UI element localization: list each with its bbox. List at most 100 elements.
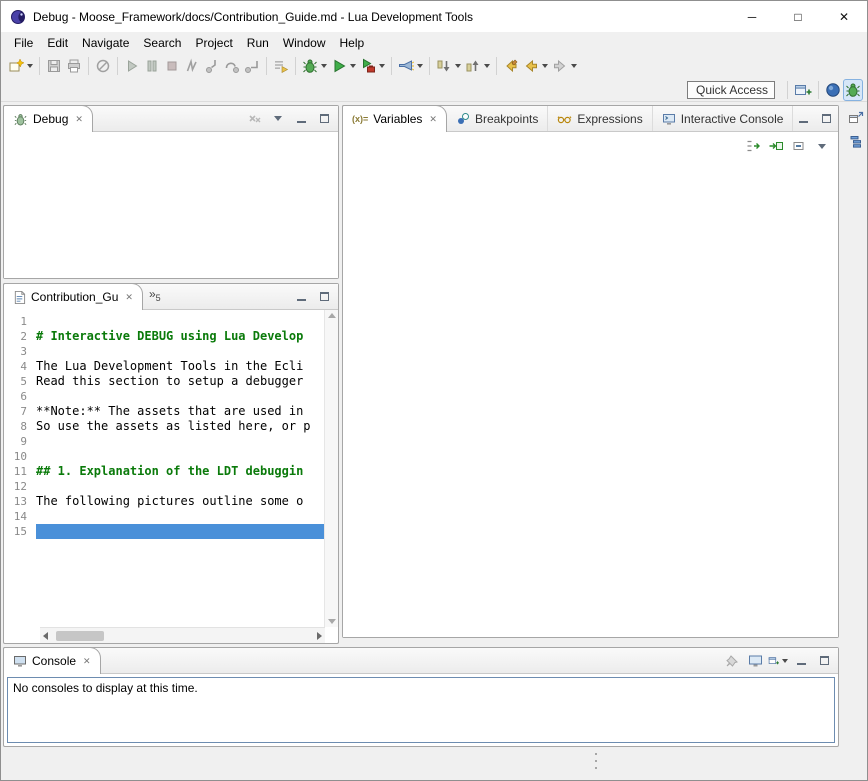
editor-tab-overflow-button[interactable]: » 5 (143, 284, 167, 309)
step-return-button[interactable] (242, 55, 262, 77)
terminate-button[interactable] (162, 55, 182, 77)
scroll-right-icon[interactable] (317, 632, 322, 640)
line-number: 1 (4, 314, 36, 329)
back-button[interactable] (521, 55, 550, 77)
line-text (36, 389, 324, 404)
watch-expression-button[interactable] (766, 136, 786, 156)
console-minimize-button[interactable] (791, 651, 811, 671)
display-selected-console-button[interactable] (745, 651, 765, 671)
trim-drag-handle-icon[interactable] (595, 753, 598, 769)
tab-contribution-guide-close-icon[interactable]: ✕ (123, 292, 133, 303)
menu-help[interactable]: Help (333, 34, 372, 52)
line-text: # Interactive DEBUG using Lua Develop (36, 329, 324, 344)
toolbar-separator (39, 57, 40, 75)
outline-view-button[interactable] (846, 132, 866, 152)
print-button[interactable] (64, 55, 84, 77)
menu-file[interactable]: File (7, 34, 40, 52)
tab-interactive-console[interactable]: Interactive Console (653, 106, 794, 131)
resume-button[interactable] (122, 55, 142, 77)
editor-horizontal-scrollbar[interactable] (40, 627, 325, 643)
scroll-up-icon[interactable] (328, 313, 336, 318)
open-console-button[interactable] (768, 651, 788, 671)
collapse-all-button[interactable] (789, 136, 809, 156)
tab-debug-close-icon[interactable]: ✕ (73, 114, 83, 125)
disconnect-button[interactable] (182, 55, 202, 77)
line-text: Read this section to setup a debugger (36, 374, 324, 389)
editor-line: 14 (4, 509, 324, 524)
toolbar-separator (787, 81, 788, 99)
console-maximize-button[interactable] (814, 651, 834, 671)
previous-annotation-button[interactable] (463, 55, 492, 77)
debug-button[interactable] (300, 55, 329, 77)
variables-view-menu-button[interactable] (812, 136, 832, 156)
ldt-perspective-button[interactable] (823, 79, 843, 101)
forward-button[interactable] (550, 55, 579, 77)
line-text (36, 479, 324, 494)
show-logical-structures-icon (745, 138, 761, 154)
run-icon (331, 58, 347, 74)
markdown-file-icon (13, 290, 26, 305)
menu-window[interactable]: Window (276, 34, 333, 52)
tab-debug[interactable]: Debug ✕ (3, 105, 93, 132)
skip-all-breakpoints-button[interactable] (93, 55, 113, 77)
tab-expressions[interactable]: Expressions (548, 106, 652, 131)
view-menu-icon (274, 116, 282, 121)
menu-search[interactable]: Search (136, 34, 188, 52)
last-edit-location-button[interactable] (501, 55, 521, 77)
scrollbar-thumb[interactable] (56, 631, 104, 641)
quick-access-box[interactable]: Quick Access (687, 81, 775, 99)
variables-minimize-button[interactable] (793, 109, 813, 129)
tab-contribution-guide[interactable]: Contribution_Gu ✕ (3, 283, 143, 310)
scroll-left-icon[interactable] (43, 632, 48, 640)
save-icon (46, 58, 62, 74)
editor-line: 2# Interactive DEBUG using Lua Develop (4, 329, 324, 344)
open-search-button[interactable] (396, 55, 425, 77)
debug-perspective-button[interactable] (843, 79, 863, 101)
restore-view-stack-button[interactable] (846, 107, 866, 127)
external-tools-button[interactable] (358, 55, 387, 77)
remove-all-terminated-button[interactable] (245, 109, 265, 129)
tab-variables-close-icon[interactable]: ✕ (427, 114, 437, 125)
pin-console-button[interactable] (722, 651, 742, 671)
tab-variables[interactable]: (x)= Variables ✕ (342, 105, 447, 132)
console-body[interactable]: No consoles to display at this time. (7, 677, 835, 743)
run-button[interactable] (329, 55, 358, 77)
tab-console-close-icon[interactable]: ✕ (81, 656, 91, 667)
show-logical-structures-button[interactable] (743, 136, 763, 156)
editor-vertical-scrollbar[interactable] (324, 310, 338, 627)
debug-view-menu-button[interactable] (268, 109, 288, 129)
editor-minimize-button[interactable] (291, 287, 311, 307)
line-number: 11 (4, 464, 36, 479)
maximize-window-button[interactable]: □ (775, 1, 821, 32)
new-button[interactable] (6, 55, 35, 77)
tab-console[interactable]: Console ✕ (3, 647, 101, 674)
close-window-button[interactable]: ✕ (821, 1, 867, 32)
debug-view-minimize-button[interactable] (291, 109, 311, 129)
menu-project[interactable]: Project (188, 34, 239, 52)
editor-maximize-button[interactable] (314, 287, 334, 307)
use-step-filters-button[interactable] (271, 55, 291, 77)
breakpoints-tab-icon (456, 112, 470, 126)
suspend-button[interactable] (142, 55, 162, 77)
suspend-icon (144, 58, 160, 74)
step-into-button[interactable] (202, 55, 222, 77)
next-annotation-button[interactable] (434, 55, 463, 77)
step-over-button[interactable] (222, 55, 242, 77)
menu-run[interactable]: Run (240, 34, 276, 52)
maximize-icon (820, 656, 829, 665)
open-perspective-button[interactable] (792, 79, 814, 101)
minimize-window-button[interactable]: ─ (729, 1, 775, 32)
line-number: 7 (4, 404, 36, 419)
menu-navigate[interactable]: Navigate (75, 34, 136, 52)
scroll-down-icon[interactable] (328, 619, 336, 624)
tab-breakpoints[interactable]: Breakpoints (447, 106, 548, 131)
editor-code-area[interactable]: 1 2# Interactive DEBUG using Lua Develop… (4, 310, 324, 627)
tab-breakpoints-label: Breakpoints (475, 112, 538, 126)
print-icon (66, 58, 82, 74)
save-button[interactable] (44, 55, 64, 77)
menubar: File Edit Navigate Search Project Run Wi… (1, 32, 867, 53)
debug-view-maximize-button[interactable] (314, 109, 334, 129)
menu-edit[interactable]: Edit (40, 34, 75, 52)
console-message: No consoles to display at this time. (13, 681, 198, 695)
variables-maximize-button[interactable] (816, 109, 836, 129)
